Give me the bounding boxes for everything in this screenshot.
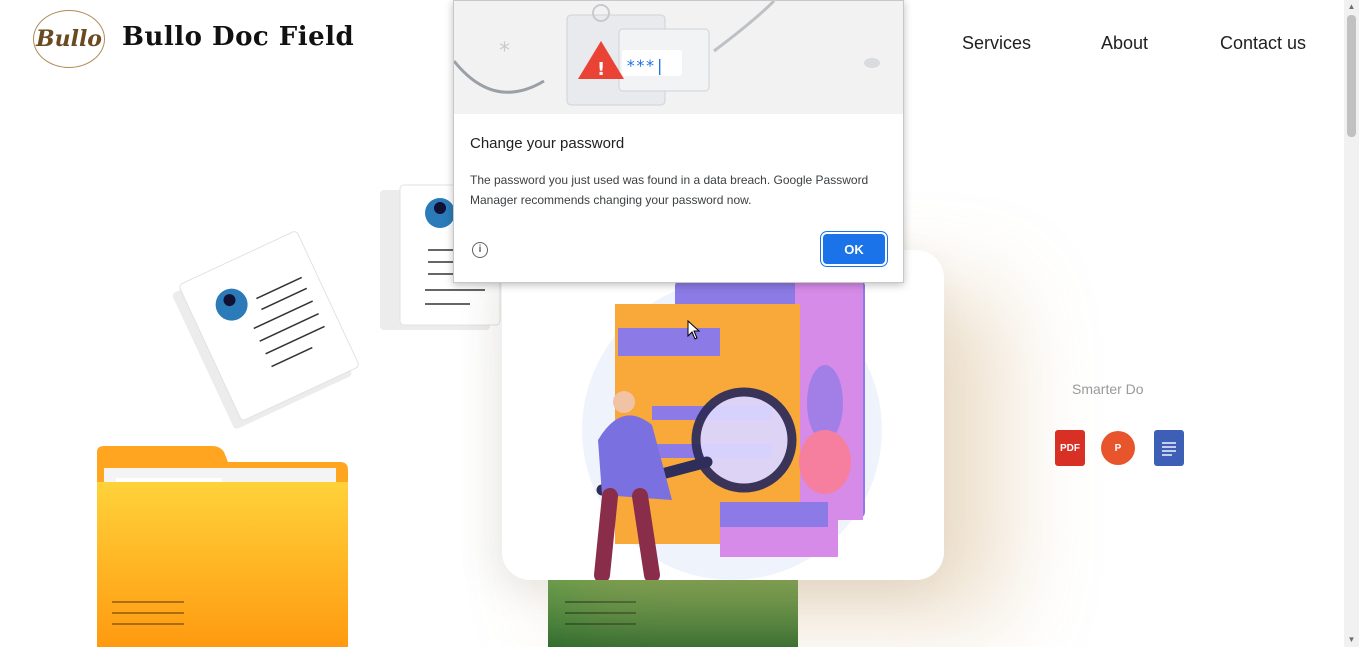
ppt-icon-label: P bbox=[1114, 442, 1122, 454]
document-search-illustration bbox=[582, 280, 882, 580]
pdf-icon-label: PDF bbox=[1060, 442, 1080, 454]
green-folder-icon bbox=[548, 575, 798, 647]
hero-card bbox=[502, 250, 944, 580]
mouse-cursor-icon bbox=[687, 320, 701, 340]
dialog-title: Change your password bbox=[470, 135, 625, 152]
scroll-up-icon[interactable]: ▲ bbox=[1347, 2, 1356, 12]
dialog-illustration: * ***| ! bbox=[454, 1, 903, 114]
svg-text:!: ! bbox=[597, 59, 605, 80]
masked-password: ***| bbox=[626, 56, 665, 75]
scroll-down-icon[interactable]: ▼ bbox=[1347, 635, 1356, 645]
password-warning-illustration: * ***| ! bbox=[454, 1, 880, 106]
word-lines-icon bbox=[1162, 442, 1176, 456]
scroll-thumb[interactable] bbox=[1347, 15, 1356, 137]
password-breach-dialog: * ***| ! Change your password The passwo… bbox=[453, 0, 904, 283]
powerpoint-icon: P bbox=[1101, 431, 1135, 465]
document-stack-left-icon bbox=[172, 231, 359, 429]
page-scrollbar[interactable]: ▲ ▼ bbox=[1344, 0, 1359, 647]
svg-text:*: * bbox=[499, 39, 510, 64]
pdf-icon: PDF bbox=[1055, 430, 1085, 466]
hero-tagline: Smarter Do bbox=[1072, 381, 1144, 397]
dialog-body: The password you just used was found in … bbox=[470, 173, 869, 207]
ok-button[interactable]: OK bbox=[823, 234, 885, 264]
orange-folder-icon bbox=[97, 446, 348, 647]
info-icon[interactable]: i bbox=[472, 242, 488, 258]
word-doc-icon bbox=[1154, 430, 1184, 466]
